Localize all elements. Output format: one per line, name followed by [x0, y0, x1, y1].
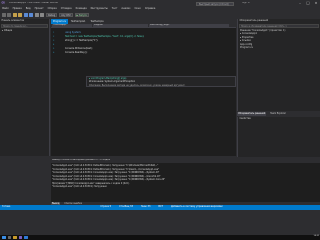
- save-all-icon[interactable]: [29, 13, 33, 17]
- toolbox-title: Панель элементов: [1, 19, 25, 22]
- redo-icon[interactable]: [40, 13, 44, 17]
- menu-debug[interactable]: Отладка: [61, 7, 72, 10]
- code-line: Console.WriteLine(test);: [65, 47, 93, 50]
- desktop-background: [0, 210, 320, 235]
- file-explorer-icon[interactable]: [13, 235, 17, 240]
- code-line: Test test = new TestSample(TestSample, "…: [65, 35, 145, 38]
- status-column: Столбец 33: [119, 205, 133, 209]
- code-editor[interactable]: 1 using System; 2 Test test = new TestSa…: [51, 28, 236, 156]
- output-title: Вывод Показать выходные данные от: Отлад…: [52, 159, 111, 162]
- taskbar: 14:32: [0, 235, 320, 240]
- title-bar: ∞ ConsoleApp1 - Microsoft Visual Studio …: [0, 0, 320, 7]
- sign-in-link[interactable]: Sign in: [242, 2, 250, 4]
- configuration-select[interactable]: Debug: [46, 13, 58, 17]
- close-button[interactable]: ×: [312, 0, 320, 7]
- visual-studio-taskbar-icon[interactable]: [18, 235, 22, 240]
- open-file-icon[interactable]: [18, 13, 22, 17]
- solution-explorer-panel: Обозреватель решений Поиск в обозревател…: [237, 19, 320, 111]
- output-line: "ConsoleApp1.exe" (CLR v4.0.30319: Conso…: [52, 178, 166, 181]
- line-number: 5: [53, 48, 55, 50]
- code-line: using System;: [65, 31, 82, 34]
- start-icon[interactable]: [2, 235, 6, 240]
- program-cs-node[interactable]: Program.cs: [238, 46, 320, 50]
- new-project-icon[interactable]: [12, 13, 17, 17]
- toolbox-panel: Панель элементов Поиск по панели эл... ▸…: [0, 19, 50, 156]
- properties-title: Свойства: [239, 117, 251, 120]
- maximize-button[interactable]: □: [304, 0, 312, 7]
- class-nav-select[interactable]: Program: [93, 23, 148, 28]
- line-number: 3: [53, 40, 55, 42]
- clock-time: 14:32: [313, 235, 319, 238]
- menu-tools[interactable]: Инструменты: [91, 7, 108, 10]
- status-text: Готово: [2, 205, 11, 209]
- code-line: Console.ReadKey();: [65, 51, 88, 54]
- menu-edit[interactable]: Правка: [13, 7, 22, 10]
- member-nav-select[interactable]: Main(string[] args): [149, 23, 229, 28]
- tooltip-description: Описание: Выполнение метода не удалось, …: [89, 83, 186, 87]
- browser-icon[interactable]: [24, 235, 28, 240]
- line-number: 2: [53, 36, 55, 38]
- solution-search-input[interactable]: Поиск в обозревателе решений (Ctrl+;): [239, 24, 319, 28]
- line-number: 6: [53, 52, 55, 54]
- minimize-button[interactable]: –: [296, 0, 304, 7]
- menu-help[interactable]: Справка: [145, 7, 156, 10]
- window-title: ConsoleApp1 - Microsoft Visual Studio: [9, 2, 59, 4]
- quick-launch-input[interactable]: Быстрый запуск (Ctrl+Q): [196, 1, 234, 6]
- menu-file[interactable]: Файл: [2, 7, 9, 10]
- output-line: "ConsoleApp1.exe" (CLR v4.0.30319: Conso…: [52, 171, 160, 174]
- output-line: "ConsoleApp1.exe" (CLR v4.0.30319: Defau…: [52, 164, 159, 167]
- output-panel: Вывод Показать выходные данные от: Отлад…: [51, 158, 320, 202]
- menu-team[interactable]: Команда: [76, 7, 87, 10]
- back-icon[interactable]: [1, 13, 6, 17]
- tab-solution-explorer[interactable]: Обозреватель решений: [237, 111, 267, 116]
- quick-launch-placeholder: Быстрый запуск (Ctrl+Q): [199, 2, 229, 6]
- properties-panel: Свойства: [237, 117, 320, 157]
- line-number: 1: [53, 32, 55, 34]
- start-button[interactable]: ▶ Запуск: [74, 13, 89, 17]
- toolbox-group-general[interactable]: ▸ Общие: [0, 29, 49, 33]
- platform-select[interactable]: Any CPU: [59, 13, 73, 17]
- menu-analyze[interactable]: Анализ: [121, 7, 130, 10]
- status-line: Строка 5: [100, 205, 112, 209]
- line-number: 4: [53, 44, 55, 46]
- status-char: Знак 33: [140, 205, 151, 209]
- forward-icon[interactable]: [7, 13, 11, 17]
- status-insert-mode: ВСТ: [158, 205, 164, 209]
- output-header: Вывод Показать выходные данные от: Отлад…: [51, 158, 320, 163]
- tab-team-explorer[interactable]: Team Explorer: [269, 112, 287, 116]
- taskbar-clock[interactable]: 14:32: [306, 235, 319, 237]
- menu-test[interactable]: Тест: [112, 7, 118, 10]
- search-icon[interactable]: [7, 235, 11, 240]
- quick-info-tooltip: ▸ void Program.Main(string[] args) Исклю…: [86, 76, 236, 87]
- save-icon[interactable]: [23, 13, 28, 17]
- right-tab-strip: Обозреватель решений Team Explorer: [237, 111, 320, 116]
- undo-icon[interactable]: [34, 13, 39, 17]
- output-line: "ConsoleApp1.exe" (CLR v4.0.30319): Загр…: [52, 185, 107, 188]
- menu-project[interactable]: Проект: [35, 7, 44, 10]
- code-line: string[] x = TestSample("1");: [65, 39, 99, 42]
- menu-view[interactable]: Вид: [26, 7, 31, 10]
- menu-build[interactable]: Сборка: [48, 7, 57, 10]
- toolbar: Debug Any CPU ▶ Запуск: [0, 12, 320, 18]
- project-nav-select[interactable]: ConsoleApp1: [52, 23, 92, 28]
- solution-explorer-title: Обозреватель решений: [239, 19, 269, 22]
- menu-window[interactable]: Окно: [134, 7, 140, 10]
- toolbox-search-input[interactable]: Поиск по панели эл...: [1, 24, 48, 28]
- source-control-button[interactable]: Добавить в систему управления версиями: [171, 206, 223, 209]
